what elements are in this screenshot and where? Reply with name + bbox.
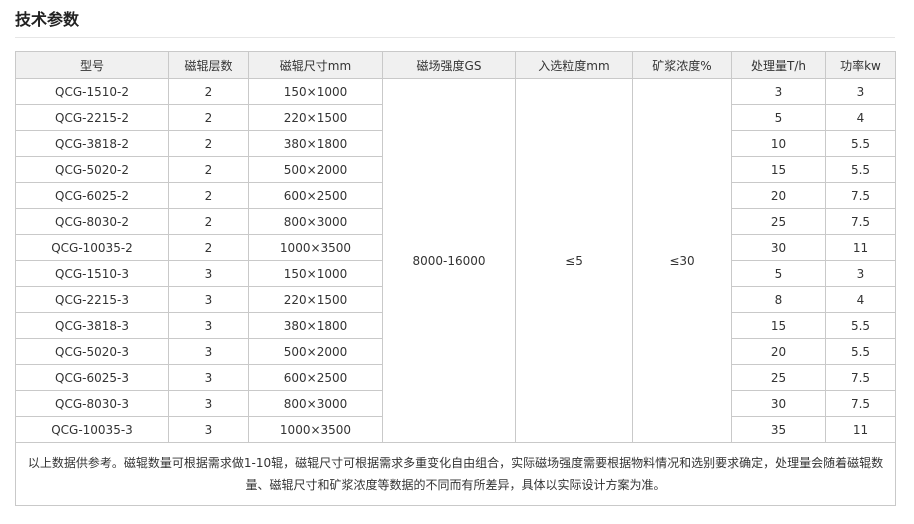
cell-power: 7.5 <box>825 364 896 391</box>
cell-capacity: 25 <box>731 208 826 235</box>
cell-capacity: 8 <box>731 286 826 313</box>
cell-roller-layers: 3 <box>168 364 249 391</box>
cell-roller-layers: 3 <box>168 390 249 417</box>
cell-roller-size: 380×1800 <box>248 312 383 339</box>
cell-capacity: 20 <box>731 338 826 365</box>
page-title: 技术参数 <box>15 10 80 29</box>
spec-table: 型号 磁辊层数 磁辊尺寸mm 磁场强度GS 入选粒度mm 矿浆浓度% 处理量T/… <box>15 51 896 506</box>
table-note: 以上数据供参考。磁辊数量可根据需求做1-10辊，磁辊尺寸可根据需求多重变化自由组… <box>15 442 896 506</box>
cell-capacity: 5 <box>731 260 826 287</box>
cell-capacity: 30 <box>731 234 826 261</box>
cell-capacity: 25 <box>731 364 826 391</box>
cell-roller-size: 500×2000 <box>248 156 383 183</box>
cell-power: 3 <box>825 260 896 287</box>
cell-model: QCG-3818-3 <box>15 312 169 339</box>
cell-roller-layers: 2 <box>168 130 249 157</box>
cell-roller-layers: 2 <box>168 234 249 261</box>
cell-roller-size: 600×2500 <box>248 182 383 209</box>
cell-roller-size: 150×1000 <box>248 260 383 287</box>
cell-power: 5.5 <box>825 338 896 365</box>
cell-capacity: 30 <box>731 390 826 417</box>
cell-model: QCG-3818-2 <box>15 130 169 157</box>
cell-capacity: 3 <box>731 78 826 105</box>
cell-roller-layers: 2 <box>168 78 249 105</box>
cell-power: 7.5 <box>825 208 896 235</box>
cell-capacity: 20 <box>731 182 826 209</box>
cell-roller-size: 600×2500 <box>248 364 383 391</box>
cell-power: 5.5 <box>825 312 896 339</box>
cell-roller-size: 1000×3500 <box>248 234 383 261</box>
cell-roller-size: 150×1000 <box>248 78 383 105</box>
col-header-power: 功率kw <box>825 51 896 79</box>
cell-capacity: 35 <box>731 416 826 443</box>
cell-power: 11 <box>825 234 896 261</box>
note-row: 以上数据供参考。磁辊数量可根据需求做1-10辊，磁辊尺寸可根据需求多重变化自由组… <box>15 442 896 506</box>
cell-roller-size: 800×3000 <box>248 390 383 417</box>
col-header-roller-layers: 磁辊层数 <box>168 51 249 79</box>
cell-capacity: 15 <box>731 156 826 183</box>
cell-power: 11 <box>825 416 896 443</box>
cell-field-strength: 8000-16000 <box>382 78 516 443</box>
cell-roller-layers: 3 <box>168 260 249 287</box>
cell-model: QCG-8030-3 <box>15 390 169 417</box>
cell-slurry-concentration: ≤30 <box>632 78 732 443</box>
cell-roller-layers: 2 <box>168 104 249 131</box>
cell-roller-layers: 3 <box>168 416 249 443</box>
cell-roller-size: 1000×3500 <box>248 416 383 443</box>
table-row: QCG-1510-2 2 150×1000 8000-16000 ≤5 ≤30 3 3 <box>15 78 896 443</box>
cell-roller-size: 380×1800 <box>248 130 383 157</box>
cell-roller-layers: 2 <box>168 182 249 209</box>
cell-model: QCG-1510-2 <box>15 78 169 105</box>
cell-capacity: 5 <box>731 104 826 131</box>
header-row: 型号 磁辊层数 磁辊尺寸mm 磁场强度GS 入选粒度mm 矿浆浓度% 处理量T/… <box>15 51 896 79</box>
cell-power: 4 <box>825 286 896 313</box>
col-header-model: 型号 <box>15 51 169 79</box>
cell-roller-size: 500×2000 <box>248 338 383 365</box>
cell-power: 7.5 <box>825 390 896 417</box>
cell-roller-layers: 2 <box>168 208 249 235</box>
col-header-field-strength: 磁场强度GS <box>382 51 516 79</box>
cell-model: QCG-2215-2 <box>15 104 169 131</box>
cell-capacity: 10 <box>731 130 826 157</box>
col-header-roller-size: 磁辊尺寸mm <box>248 51 383 79</box>
cell-model: QCG-2215-3 <box>15 286 169 313</box>
cell-model: QCG-1510-3 <box>15 260 169 287</box>
col-header-slurry-concentration: 矿浆浓度% <box>632 51 732 79</box>
cell-power: 3 <box>825 78 896 105</box>
cell-power: 4 <box>825 104 896 131</box>
cell-model: QCG-6025-3 <box>15 364 169 391</box>
cell-model: QCG-5020-3 <box>15 338 169 365</box>
cell-feed-size: ≤5 <box>515 78 633 443</box>
cell-roller-size: 220×1500 <box>248 104 383 131</box>
cell-roller-size: 800×3000 <box>248 208 383 235</box>
cell-power: 5.5 <box>825 156 896 183</box>
cell-capacity: 15 <box>731 312 826 339</box>
cell-power: 5.5 <box>825 130 896 157</box>
col-header-feed-size: 入选粒度mm <box>515 51 633 79</box>
cell-model: QCG-6025-2 <box>15 182 169 209</box>
cell-model: QCG-8030-2 <box>15 208 169 235</box>
cell-roller-layers: 3 <box>168 286 249 313</box>
col-header-capacity: 处理量T/h <box>731 51 826 79</box>
cell-roller-size: 220×1500 <box>248 286 383 313</box>
spec-table-body: QCG-1510-2 2 150×1000 8000-16000 ≤5 ≤30 3 3 QCG-… <box>15 78 896 443</box>
cell-model: QCG-10035-2 <box>15 234 169 261</box>
cell-power: 7.5 <box>825 182 896 209</box>
cell-roller-layers: 3 <box>168 312 249 339</box>
cell-roller-layers: 3 <box>168 338 249 365</box>
cell-model: QCG-5020-2 <box>15 156 169 183</box>
cell-roller-layers: 2 <box>168 156 249 183</box>
cell-model: QCG-10035-3 <box>15 416 169 443</box>
title-divider <box>15 37 895 38</box>
